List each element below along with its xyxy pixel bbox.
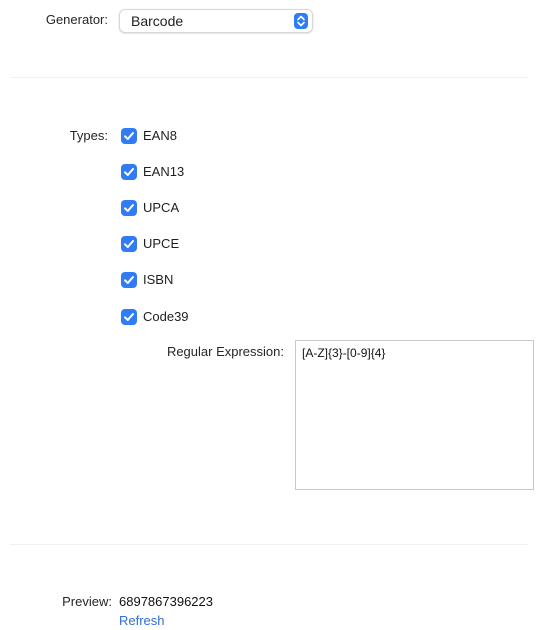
- section-divider: [10, 544, 528, 545]
- type-label-ean13: EAN13: [143, 164, 185, 179]
- refresh-link[interactable]: Refresh: [119, 613, 165, 629]
- generator-popup-button[interactable]: Barcode: [119, 9, 313, 33]
- checkmark-icon[interactable]: [121, 164, 137, 180]
- up-down-chevron-icon: [294, 13, 308, 29]
- type-label-upce: UPCE: [143, 236, 180, 251]
- checkmark-icon[interactable]: [121, 128, 137, 144]
- barcode-generator-panel: Generator: Barcode Types: EAN8 EAN13 UPC…: [0, 0, 538, 630]
- generator-selected-value: Barcode: [131, 13, 184, 29]
- checkmark-icon[interactable]: [121, 200, 137, 216]
- checkmark-icon[interactable]: [121, 236, 137, 252]
- preview-label: Preview:: [62, 594, 112, 609]
- preview-value: 6897867396223: [119, 594, 213, 609]
- types-label: Types:: [69, 128, 108, 143]
- type-label-isbn: ISBN: [143, 272, 174, 287]
- generator-label: Generator:: [45, 12, 108, 27]
- checkmark-icon[interactable]: [121, 272, 137, 288]
- type-label-code39: Code39: [143, 309, 189, 324]
- checkmark-icon[interactable]: [121, 309, 137, 325]
- regex-textarea[interactable]: [A-Z]{3}-[0-9]{4}: [295, 340, 534, 490]
- type-label-ean8: EAN8: [143, 128, 177, 143]
- regex-label: Regular Expression:: [166, 344, 284, 359]
- section-divider: [10, 77, 528, 78]
- type-label-upca: UPCA: [143, 200, 180, 215]
